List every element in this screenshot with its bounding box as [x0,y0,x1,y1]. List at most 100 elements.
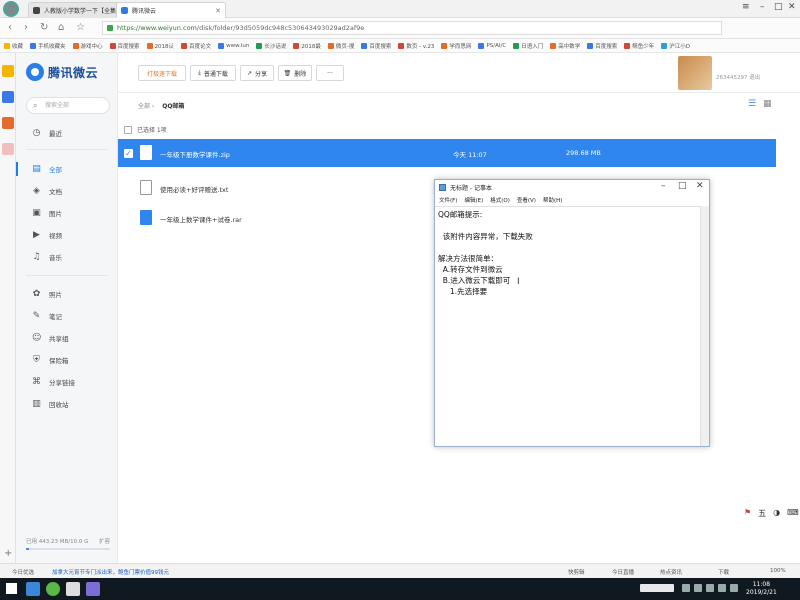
row-checkbox-checked[interactable]: ✓ [124,149,133,158]
zoom-level[interactable]: 100% [770,568,786,574]
menu-file[interactable]: 文件(F) [439,196,457,204]
sidebar-item-docs[interactable]: ◈ 文档 [16,181,118,201]
url-input[interactable]: https://www.weiyun.com/disk/folder/93d50… [102,21,722,35]
share-button[interactable]: ↗ 分享 [240,65,274,81]
star-icon[interactable]: ☆ [76,22,85,33]
file-row[interactable]: ✓ 一年级下册数学课件.zip 今天 11:07 298.68 MB [118,139,776,167]
menu-format[interactable]: 格式(O) [490,196,510,204]
weibo-icon[interactable] [2,117,14,129]
status-item[interactable]: 快剪辑 [568,568,585,576]
tray-icon[interactable] [682,584,690,592]
avatar[interactable] [678,56,712,90]
sogou-input-icon[interactable]: ⚑ [744,508,751,519]
tray-icon[interactable] [730,584,738,592]
menu-icon[interactable]: ≡ [742,2,750,12]
bookmark-item[interactable]: 日语入门 [513,42,543,50]
status-item[interactable]: 今日直播 [612,568,634,576]
back-icon[interactable]: ‹ [8,22,12,33]
fast-download-button[interactable]: 打极速下载 [138,65,186,81]
more-button[interactable]: ··· [316,65,344,81]
taskbar-app-icon[interactable] [66,582,80,596]
sidebar-item-all[interactable]: ▤ 全部 [16,159,118,179]
notepad-titlebar[interactable]: 无标题 - 记事本 [435,180,709,194]
close-icon[interactable]: ✕ [696,181,704,191]
restore-icon[interactable]: □ [774,2,783,12]
taskbar-app-icon[interactable] [86,582,100,596]
app-logo[interactable]: 腾讯微云 [26,63,98,81]
browser-logo-icon[interactable] [3,1,19,17]
expand-storage-link[interactable]: 扩容 [99,537,110,545]
notepad-scrollbar[interactable] [700,206,709,446]
username[interactable]: 263445297 退出 [716,73,760,81]
bookmark-item[interactable]: 长沙话说 [256,42,286,50]
forward-icon[interactable]: › [24,22,28,33]
bookmark-item[interactable]: www.lun [218,42,249,49]
status-item[interactable]: 下载 [718,568,729,576]
add-icon[interactable]: + [4,548,12,559]
bookmark-item[interactable]: 鲸鱼少年 [624,42,654,50]
browser-app-icon[interactable] [46,582,60,596]
bookmark-item[interactable]: 百度搜索 [587,42,617,50]
favorites-icon[interactable] [2,65,14,77]
maximize-icon[interactable]: □ [678,181,687,191]
tray-icon[interactable] [718,584,726,592]
bookmark-item[interactable]: 高中数学 [550,42,580,50]
taskbar-app-icon[interactable] [26,582,40,596]
bookmark-item[interactable]: 收藏 [4,42,23,50]
bookmark-item[interactable]: 游戏中心 [72,42,103,50]
status-news[interactable]: 加拿大元宵节专门派出来，鲍鱼门票价值99钱元 [52,568,169,576]
menu-view[interactable]: 查看(V) [517,196,536,204]
normal-download-button[interactable]: ⤓ 普通下载 [190,65,236,81]
bookmark-item[interactable]: 手机收藏夹 [30,42,66,50]
apps-icon[interactable] [2,91,14,103]
menu-help[interactable]: 帮助(H) [543,196,562,204]
bookmark-item[interactable]: PS/AI/C [478,42,506,49]
grid-view-icon[interactable]: ▦ [763,100,772,109]
sidebar-item-recent[interactable]: ◷ 最近 [16,123,118,143]
bookmark-item[interactable]: 百度搜索 [109,42,140,50]
delete-button[interactable]: 🗑 删除 [278,65,312,81]
sidebar-item-notes[interactable]: ✎ 笔记 [16,306,118,326]
sidebar-item-videos[interactable]: ▶ 视频 [16,225,118,245]
status-item[interactable]: 热点资讯 [660,568,682,576]
breadcrumb-root[interactable]: 全部 [138,103,150,110]
ime-mode-icon[interactable]: ◑ [773,508,780,519]
browser-tab-2[interactable]: 腾讯微云 ✕ [116,2,226,18]
refresh-icon[interactable]: ↻ [40,22,48,33]
bookmark-item[interactable]: 微页-搜 [327,42,354,50]
bookmark-item[interactable]: 百度搜索 [361,42,391,50]
sidebar-item-share-links[interactable]: ⌘ 分享链接 [16,372,118,392]
select-all[interactable]: 已选择 1项 [124,125,167,134]
sidebar-item-photos[interactable]: ✿ 照片 [16,284,118,304]
keyboard-icon[interactable]: ⌨ [787,508,799,519]
list-view-icon[interactable]: ☰ [748,100,757,109]
network-icon[interactable] [694,584,702,592]
menu-edit[interactable]: 编辑(E) [464,196,483,204]
ime-indicator[interactable] [640,584,674,592]
sidebar-item-images[interactable]: ▣ 图片 [16,203,118,223]
bookmark-item[interactable]: 沪江小D [661,42,690,50]
ime-five-icon[interactable]: 五 [758,508,766,519]
clock[interactable]: 11:08 2019/2/21 [746,581,777,597]
home-icon[interactable]: ⌂ [58,22,64,33]
select-all-checkbox[interactable] [124,125,132,134]
volume-icon[interactable] [706,584,714,592]
sidebar-item-music[interactable]: ♫ 音乐 [16,247,118,267]
close-icon[interactable]: ✕ [788,2,796,12]
sidebar-item-recycle-bin[interactable]: ▥ 回收站 [16,394,118,414]
search-input[interactable]: ⌕ 搜索全部 [26,97,110,114]
bookmark-item[interactable]: 2018最 [293,42,321,50]
bookmark-item[interactable]: 数页 - v.23 [398,42,434,50]
game-icon[interactable] [2,143,14,155]
bookmark-item[interactable]: 2018认 [146,42,174,50]
windows-start-icon[interactable] [6,583,17,594]
minimize-icon[interactable]: – [760,2,765,12]
bookmark-item[interactable]: 学而思网 [441,42,471,50]
sidebar-item-shared-groups[interactable]: ☺ 共享组 [16,328,118,348]
sidebar-item-safe[interactable]: ⛨ 保险箱 [16,350,118,370]
notepad-text-area[interactable]: QQ邮箱提示: 该附件内容异常，下载失败 解决方法很简单： A.转存文件到微云 … [435,206,701,446]
minimize-icon[interactable]: – [661,181,666,191]
bookmark-item[interactable]: 百度论文 [181,42,211,50]
status-left[interactable]: 今日优选 [12,568,34,576]
tab-close-icon[interactable]: ✕ [215,7,221,15]
